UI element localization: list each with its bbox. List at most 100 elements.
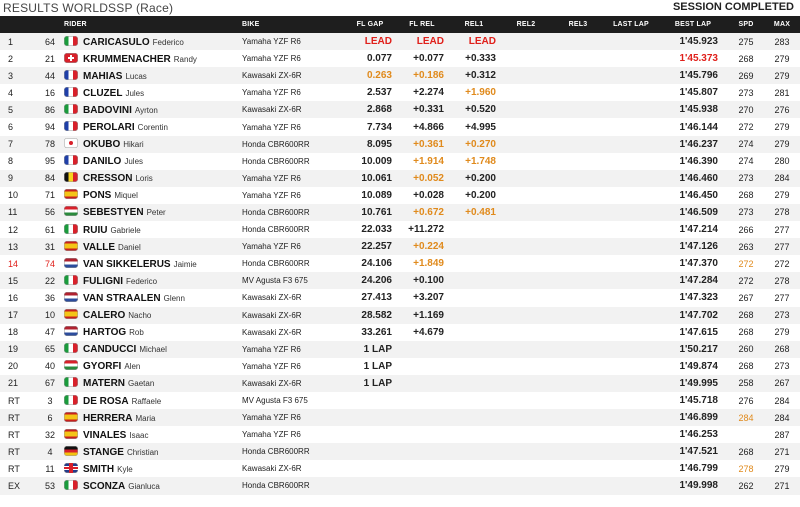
- fl-gap: [344, 426, 396, 443]
- rider-cell[interactable]: KRUMMENACHER Randy: [64, 50, 242, 67]
- table-row[interactable]: RT 32 VINALES Isaac Yamaha YZF R6 1'46.25…: [0, 426, 800, 444]
- rider-surname: PONS: [83, 190, 112, 202]
- col-fl-rel[interactable]: FL REL: [396, 16, 448, 33]
- rel1: [448, 272, 500, 289]
- table-row[interactable]: 3 44 MAHIAS Lucas Kawasaki ZX-6R 0.263 +0…: [0, 67, 800, 85]
- bike: Yamaha YZF R6: [242, 88, 301, 98]
- col-spd[interactable]: SPD: [728, 16, 764, 33]
- max-speed: 272: [774, 258, 790, 269]
- rider-cell[interactable]: PEROLARI Corentin: [64, 118, 242, 135]
- rider-cell[interactable]: STANGE Christian: [64, 443, 242, 460]
- rider-cell[interactable]: SCONZA Gianluca: [64, 477, 242, 494]
- table-row[interactable]: 12 61 RUIU Gabriele Honda CBR600RR 22.033…: [0, 221, 800, 239]
- table-row[interactable]: 14 74 VAN SIKKELERUS Jaimie Honda CBR600R…: [0, 255, 800, 273]
- rider-number: 64: [44, 36, 55, 47]
- table-row[interactable]: 10 71 PONS Miquel Yamaha YZF R6 10.089 +0…: [0, 186, 800, 204]
- flag-icon: [64, 360, 78, 371]
- rider-cell[interactable]: VAN STRAALEN Glenn: [64, 289, 242, 306]
- col-rel2[interactable]: REL2: [500, 16, 552, 33]
- table-row[interactable]: 4 16 CLUZEL Jules Yamaha YZF R6 2.537 +2.…: [0, 84, 800, 102]
- last-lap: [604, 289, 658, 306]
- rider-cell[interactable]: CANDUCCI Michael: [64, 341, 242, 358]
- rider-cell[interactable]: DANILO Jules: [64, 153, 242, 170]
- table-row[interactable]: 7 78 OKUBO Hikari Honda CBR600RR 8.095 +0…: [0, 135, 800, 153]
- col-last-lap[interactable]: LAST LAP: [604, 16, 658, 33]
- rider-cell[interactable]: BADOVINI Ayrton: [64, 101, 242, 118]
- table-row[interactable]: 8 95 DANILO Jules Honda CBR600RR 10.009 +…: [0, 152, 800, 170]
- bike: Honda CBR600RR: [242, 447, 310, 457]
- rel2: [500, 392, 552, 409]
- best-lap: 1'47.521: [679, 446, 718, 458]
- rider-cell[interactable]: RUIU Gabriele: [64, 221, 242, 238]
- table-row[interactable]: 1 64 CARICASULO Federico Yamaha YZF R6 LE…: [0, 33, 800, 51]
- bike: Yamaha YZF R6: [242, 361, 301, 371]
- rider-cell[interactable]: MAHIAS Lucas: [64, 67, 242, 84]
- fl-gap: 24.106: [361, 258, 392, 270]
- col-bike[interactable]: BIKE: [242, 16, 344, 33]
- rider-cell[interactable]: VALLE Daniel: [64, 238, 242, 255]
- flag-icon: [64, 223, 78, 234]
- rel2: [500, 136, 552, 153]
- rider-surname: STANGE: [83, 446, 124, 458]
- table-row[interactable]: 21 67 MATERN Gaetan Kawasaki ZX-6R 1 LAP …: [0, 374, 800, 392]
- col-rel3[interactable]: REL3: [552, 16, 604, 33]
- rel2: [500, 50, 552, 67]
- rider-cell[interactable]: VINALES Isaac: [64, 426, 242, 443]
- rel3: [552, 443, 604, 460]
- rider-surname: VAN STRAALEN: [83, 292, 161, 304]
- fl-gap: 22.257: [361, 241, 392, 253]
- table-row[interactable]: 2 21 KRUMMENACHER Randy Yamaha YZF R6 0.0…: [0, 50, 800, 68]
- rider-cell[interactable]: VAN SIKKELERUS Jaimie: [64, 255, 242, 272]
- speed: 262: [738, 480, 754, 491]
- rider-firstname: Corentin: [137, 123, 168, 133]
- table-row[interactable]: 15 22 FULIGNI Federico MV Agusta F3 675 2…: [0, 272, 800, 290]
- col-rel1[interactable]: REL1: [448, 16, 500, 33]
- rider-cell[interactable]: FULIGNI Federico: [64, 272, 242, 289]
- table-row[interactable]: 16 36 VAN STRAALEN Glenn Kawasaki ZX-6R 2…: [0, 289, 800, 307]
- rider-cell[interactable]: SMITH Kyle: [64, 460, 242, 477]
- rider-firstname: Hikari: [123, 140, 144, 150]
- rider-cell[interactable]: HARTOG Rob: [64, 324, 242, 341]
- rider-cell[interactable]: OKUBO Hikari: [64, 136, 242, 153]
- rider-cell[interactable]: CALERO Nacho: [64, 307, 242, 324]
- rider-cell[interactable]: CARICASULO Federico: [64, 33, 242, 50]
- speed: 268: [738, 446, 754, 457]
- table-row[interactable]: 6 94 PEROLARI Corentin Yamaha YZF R6 7.73…: [0, 118, 800, 136]
- table-row[interactable]: 17 10 CALERO Nacho Kawasaki ZX-6R 28.582 …: [0, 306, 800, 324]
- rider-cell[interactable]: SEBESTYEN Peter: [64, 204, 242, 221]
- bike: Honda CBR600RR: [242, 207, 310, 217]
- col-max[interactable]: MAX: [764, 16, 800, 33]
- rider-cell[interactable]: DE ROSA Raffaele: [64, 392, 242, 409]
- col-fl-gap[interactable]: FL GAP: [344, 16, 396, 33]
- table-row[interactable]: RT 6 HERRERA Maria Yamaha YZF R6 1'46.899…: [0, 409, 800, 427]
- rider-cell[interactable]: CLUZEL Jules: [64, 84, 242, 101]
- fl-gap: [344, 460, 396, 477]
- best-lap: 1'49.995: [679, 377, 718, 389]
- table-row[interactable]: 11 56 SEBESTYEN Peter Honda CBR600RR 10.7…: [0, 203, 800, 222]
- rider-cell[interactable]: GYORFI Alen: [64, 358, 242, 375]
- table-row[interactable]: 20 40 GYORFI Alen Yamaha YZF R6 1 LAP 1'4…: [0, 357, 800, 375]
- bike: MV Agusta F3 675: [242, 396, 308, 406]
- table-row[interactable]: RT 3 DE ROSA Raffaele MV Agusta F3 675 1'…: [0, 391, 800, 410]
- col-rider[interactable]: RIDER: [64, 16, 242, 33]
- table-row[interactable]: 5 86 BADOVINI Ayrton Kawasaki ZX-6R 2.868…: [0, 101, 800, 119]
- max-speed: 281: [774, 87, 790, 98]
- table-row[interactable]: 9 84 CRESSON Loris Yamaha YZF R6 10.061 +…: [0, 169, 800, 187]
- table-row[interactable]: RT 11 SMITH Kyle Kawasaki ZX-6R 1'46.799 …: [0, 460, 800, 478]
- col-best-lap[interactable]: BEST LAP: [658, 16, 728, 33]
- rider-cell[interactable]: HERRERA Maria: [64, 409, 242, 426]
- best-lap: 1'45.923: [679, 36, 718, 48]
- rider-cell[interactable]: MATERN Gaetan: [64, 375, 242, 392]
- rider-cell[interactable]: PONS Miquel: [64, 187, 242, 204]
- table-row[interactable]: 19 65 CANDUCCI Michael Yamaha YZF R6 1 LA…: [0, 340, 800, 358]
- table-row[interactable]: EX 53 SCONZA Gianluca Honda CBR600RR 1'49…: [0, 477, 800, 495]
- rel3: [552, 170, 604, 187]
- rider-surname: DANILO: [83, 156, 122, 168]
- fl-gap: 2.537: [366, 87, 392, 99]
- table-row[interactable]: 13 31 VALLE Daniel Yamaha YZF R6 22.257 +…: [0, 238, 800, 256]
- fl-gap: 33.261: [361, 326, 392, 338]
- last-lap: [604, 375, 658, 392]
- table-row[interactable]: 18 47 HARTOG Rob Kawasaki ZX-6R 33.261 +4…: [0, 323, 800, 341]
- rider-cell[interactable]: CRESSON Loris: [64, 170, 242, 187]
- table-row[interactable]: RT 4 STANGE Christian Honda CBR600RR 1'47…: [0, 443, 800, 461]
